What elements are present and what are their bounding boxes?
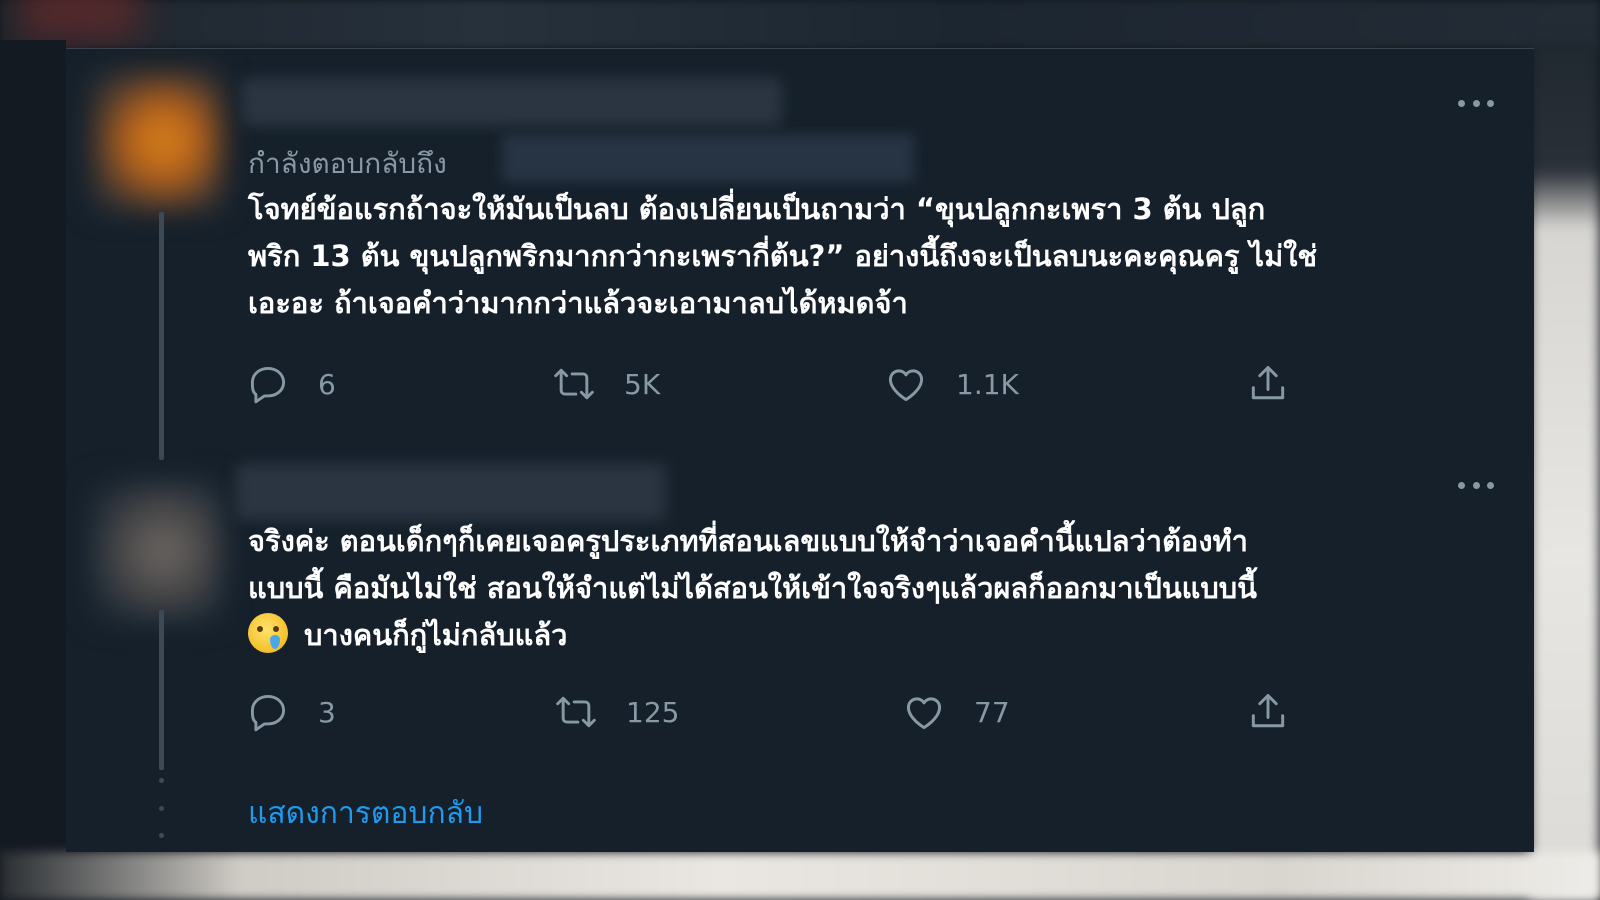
like-button[interactable]: 77: [902, 688, 1010, 736]
blurred-background-top: [0, 0, 1600, 48]
avatar[interactable]: [92, 482, 222, 620]
tweet-thread-panel: กำลังตอบกลับถึง โจทย์ข้อแรกถ้าจะให้มันเป…: [66, 48, 1534, 852]
author-name-redacted: [236, 464, 666, 520]
smiling-face-with-tear-icon: [248, 613, 288, 653]
tweet-text: จริงค่ะ ตอนเด็กๆก็เคยเจอครูประเภทที่สอนเ…: [248, 518, 1488, 659]
share-icon: [1251, 694, 1285, 728]
tweet-text-line: เอะอะ ถ้าเจอคำว่ามากกว่าแล้วจะเอามาลบได้…: [248, 286, 908, 320]
blurred-background-accent: [20, 0, 140, 40]
reply-count: 6: [318, 367, 336, 401]
tweet-text-line: จริงค่ะ ตอนเด็กๆก็เคยเจอครูประเภทที่สอนเ…: [248, 524, 1248, 558]
retweet-count: 5K: [624, 367, 661, 401]
background-left: [0, 40, 66, 860]
replying-to-label: กำลังตอบกลับถึง: [248, 147, 447, 180]
tweet-actions: 3 125 77: [246, 688, 1396, 736]
retweet-icon: [554, 368, 594, 400]
blurred-background-bottom: [0, 852, 1600, 900]
tweet-text-line-with-emoji: บางคนก็กู่ไม่กลับแล้ว: [248, 612, 1488, 659]
like-count: 1.1K: [956, 367, 1019, 401]
more-icon[interactable]: [1458, 480, 1494, 490]
like-button[interactable]: 1.1K: [884, 360, 1019, 408]
share-button[interactable]: [1246, 688, 1290, 736]
thread-continuation-dots: [157, 778, 165, 838]
share-icon: [1251, 366, 1285, 400]
show-replies-link[interactable]: แสดงการตอบกลับ: [248, 790, 483, 837]
retweet-button[interactable]: 5K: [552, 360, 660, 408]
tweet-reply-1[interactable]: กำลังตอบกลับถึง โจทย์ข้อแรกถ้าจะให้มันเป…: [66, 48, 1534, 460]
tweet-text-line: โจทย์ข้อแรกถ้าจะให้มันเป็นลบ ต้องเปลี่ยน…: [248, 192, 1266, 226]
avatar[interactable]: [92, 72, 222, 210]
tweet-actions: 6 5K 1.1K: [246, 360, 1396, 408]
thread-connector-line: [159, 212, 164, 460]
reply-button[interactable]: 6: [246, 360, 336, 408]
tweet-text-line: พริก 13 ต้น ขุนปลูกพริกมากกว่ากะเพรากี่ต…: [248, 239, 1318, 273]
retweet-icon: [556, 696, 596, 728]
replying-to-handle-redacted[interactable]: [502, 134, 914, 182]
reply-icon: [250, 694, 286, 732]
blurred-background-right: [1530, 40, 1600, 900]
heart-icon: [906, 697, 942, 730]
like-count: 77: [974, 695, 1010, 729]
thread-connector-line: [159, 610, 164, 770]
share-button[interactable]: [1246, 360, 1290, 408]
tweet-text: โจทย์ข้อแรกถ้าจะให้มันเป็นลบ ต้องเปลี่ยน…: [248, 186, 1488, 327]
author-name-redacted: [242, 78, 782, 126]
reply-count: 3: [318, 695, 336, 729]
reply-icon: [250, 366, 286, 404]
reply-button[interactable]: 3: [246, 688, 336, 736]
heart-icon: [888, 369, 924, 402]
tweet-reply-2[interactable]: จริงค่ะ ตอนเด็กๆก็เคยเจอครูประเภทที่สอนเ…: [66, 460, 1534, 852]
more-icon[interactable]: [1458, 98, 1494, 108]
retweet-button[interactable]: 125: [554, 688, 679, 736]
tweet-text-fragment: บางคนก็กู่ไม่กลับแล้ว: [304, 618, 568, 652]
retweet-count: 125: [626, 695, 680, 729]
tweet-text-line: แบบนี้ คือมันไม่ใช่ สอนให้จำแต่ไม่ได้สอน…: [248, 571, 1257, 605]
